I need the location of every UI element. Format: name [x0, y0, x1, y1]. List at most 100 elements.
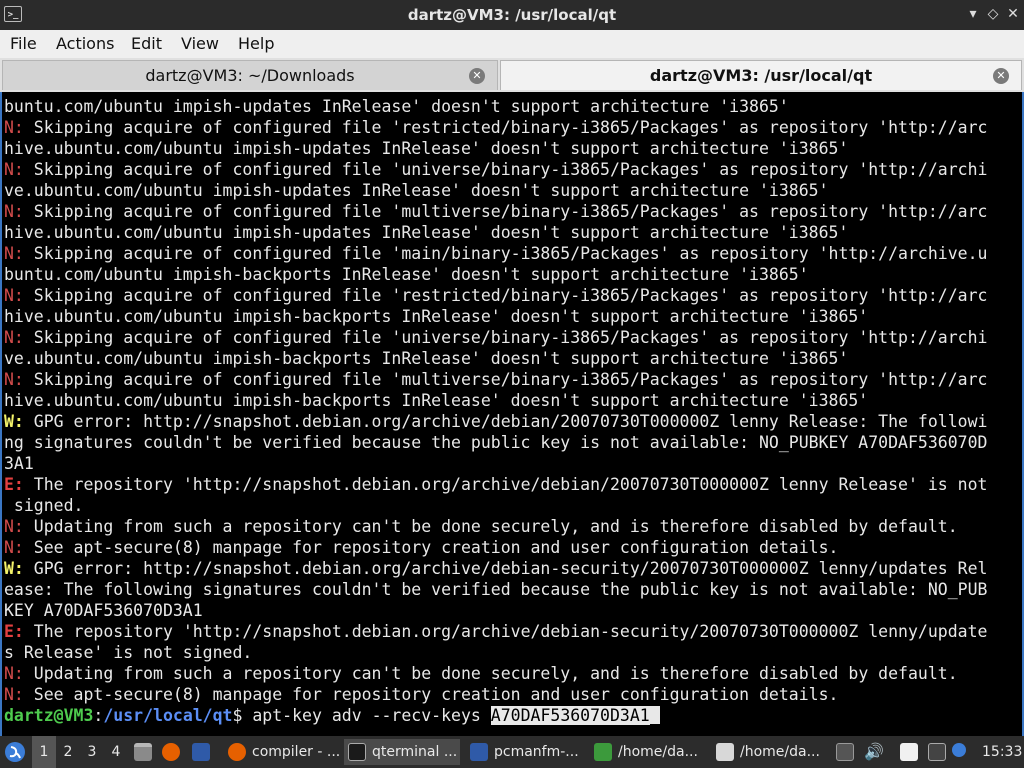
- message-prefix: E:: [4, 622, 24, 641]
- terminal-line: ve.ubuntu.com/ubuntu impish-updates InRe…: [4, 180, 987, 201]
- terminal-line: ease: The following signatures couldn't …: [4, 579, 987, 600]
- line-text: buntu.com/ubuntu impish-updates InReleas…: [4, 97, 789, 116]
- message-prefix: N:: [4, 370, 24, 389]
- line-text: hive.ubuntu.com/ubuntu impish-updates In…: [4, 139, 849, 158]
- terminal-line: KEY A70DAF536070D3A1: [4, 600, 987, 621]
- terminal-output: buntu.com/ubuntu impish-updates InReleas…: [4, 96, 987, 726]
- terminal-line: hive.ubuntu.com/ubuntu impish-updates In…: [4, 138, 987, 159]
- message-prefix: E:: [4, 475, 24, 494]
- message-prefix: W:: [4, 412, 24, 431]
- message-prefix: N:: [4, 286, 24, 305]
- terminal-line: N: Skipping acquire of configured file '…: [4, 117, 987, 138]
- line-text: Skipping acquire of configured file 'res…: [23, 286, 988, 305]
- terminal-icon: [348, 743, 366, 761]
- line-text: GPG error: http://snapshot.debian.org/ar…: [23, 412, 988, 431]
- message-prefix: N:: [4, 244, 24, 263]
- terminal-line: buntu.com/ubuntu impish-backports InRele…: [4, 264, 987, 285]
- message-prefix: N:: [4, 517, 24, 536]
- maximize-icon[interactable]: ◇: [984, 5, 1002, 23]
- taskbar-button-label: /home/da...: [740, 744, 820, 760]
- terminal-line: N: Skipping acquire of configured file '…: [4, 327, 987, 348]
- clipboard-tray-icon[interactable]: [836, 743, 854, 761]
- window-titlebar[interactable]: >_ dartz@VM3: /usr/local/qt ▾ ◇ ✕: [0, 0, 1024, 30]
- prompt-path: /usr/local/qt: [103, 706, 233, 725]
- message-prefix: W:: [4, 559, 24, 578]
- line-text: ng signatures couldn't be verified becau…: [4, 433, 988, 452]
- taskbar-button-compiler[interactable]: compiler - ...: [224, 739, 342, 765]
- taskbar-button-label: /home/da...: [618, 744, 698, 760]
- prompt-line[interactable]: dartz@VM3:/usr/local/qt$ apt-key adv --r…: [4, 705, 987, 726]
- start-menu-icon[interactable]: [4, 741, 26, 763]
- terminal-line: s Release' is not signed.: [4, 642, 987, 663]
- clock[interactable]: 15:33: [982, 744, 1022, 760]
- tab-bar: dartz@VM3: ~/Downloads ✕ dartz@VM3: /usr…: [0, 58, 1024, 92]
- terminal-line: N: Skipping acquire of configured file '…: [4, 285, 987, 306]
- message-prefix: N:: [4, 118, 24, 137]
- line-text: signed.: [4, 496, 84, 515]
- terminal-line: N: Skipping acquire of configured file '…: [4, 243, 987, 264]
- terminal-line: N: Skipping acquire of configured file '…: [4, 201, 987, 222]
- minimize-icon[interactable]: ▾: [964, 5, 982, 23]
- terminal-line: N: Skipping acquire of configured file '…: [4, 369, 987, 390]
- file-manager-launcher-icon[interactable]: [134, 743, 152, 761]
- line-text: See apt-secure(8) manpage for repository…: [23, 685, 839, 704]
- keyboard-tray-icon[interactable]: [928, 743, 946, 761]
- taskbar-button-home-2[interactable]: /home/da...: [712, 739, 830, 765]
- close-tab-icon[interactable]: ✕: [469, 68, 485, 84]
- folder-icon: [470, 743, 488, 761]
- terminal-line: N: Updating from such a repository can't…: [4, 663, 987, 684]
- line-text: ve.ubuntu.com/ubuntu impish-updates InRe…: [4, 181, 829, 200]
- menu-edit[interactable]: Edit: [131, 34, 162, 53]
- selected-text: A70DAF536070D3A1: [490, 706, 650, 725]
- firefox-launcher-icon[interactable]: [162, 743, 180, 761]
- terminal-line: N: Updating from such a repository can't…: [4, 516, 987, 537]
- terminal-line: W: GPG error: http://snapshot.debian.org…: [4, 558, 987, 579]
- line-text: GPG error: http://snapshot.debian.org/ar…: [23, 559, 988, 578]
- taskbar-button-qterminal[interactable]: qterminal ...: [344, 739, 460, 765]
- line-text: The repository 'http://snapshot.debian.o…: [23, 622, 988, 641]
- menu-actions[interactable]: Actions: [56, 34, 114, 53]
- message-prefix: N:: [4, 328, 24, 347]
- prompt-user: dartz@VM3: [4, 706, 94, 725]
- workspace-1[interactable]: 1: [32, 736, 56, 768]
- line-text: See apt-secure(8) manpage for repository…: [23, 538, 839, 557]
- message-prefix: N:: [4, 685, 24, 704]
- terminal-line: N: Skipping acquire of configured file '…: [4, 159, 987, 180]
- network-tray-icon[interactable]: [952, 743, 966, 757]
- close-tab-icon[interactable]: ✕: [993, 68, 1009, 84]
- notes-tray-icon[interactable]: [900, 743, 918, 761]
- taskbar-button-home-1[interactable]: /home/da...: [590, 739, 708, 765]
- menu-file[interactable]: File: [10, 34, 37, 53]
- line-text: Skipping acquire of configured file 'mul…: [23, 202, 988, 221]
- line-text: hive.ubuntu.com/ubuntu impish-backports …: [4, 307, 869, 326]
- terminal-line: W: GPG error: http://snapshot.debian.org…: [4, 411, 987, 432]
- line-text: KEY A70DAF536070D3A1: [4, 601, 203, 620]
- terminal-line: hive.ubuntu.com/ubuntu impish-updates In…: [4, 222, 987, 243]
- line-text: ve.ubuntu.com/ubuntu impish-backports In…: [4, 349, 849, 368]
- taskbar-button-pcmanfm[interactable]: pcmanfm-...: [466, 739, 584, 765]
- line-text: hive.ubuntu.com/ubuntu impish-backports …: [4, 391, 869, 410]
- terminal-line: 3A1: [4, 453, 987, 474]
- terminal-area[interactable]: buntu.com/ubuntu impish-updates InReleas…: [0, 92, 1024, 736]
- volume-icon[interactable]: 🔊: [864, 743, 884, 761]
- line-text: 3A1: [4, 454, 34, 473]
- close-window-icon[interactable]: ✕: [1004, 5, 1022, 23]
- menu-bar: File Actions Edit View Help: [0, 30, 1024, 58]
- line-text: Skipping acquire of configured file 'res…: [23, 118, 988, 137]
- terminal-line: E: The repository 'http://snapshot.debia…: [4, 474, 987, 495]
- menu-view[interactable]: View: [181, 34, 219, 53]
- show-desktop-icon[interactable]: [192, 743, 210, 761]
- workspace-4[interactable]: 4: [104, 736, 128, 768]
- workspace-2[interactable]: 2: [56, 736, 80, 768]
- menu-help[interactable]: Help: [238, 34, 274, 53]
- firefox-icon: [228, 743, 246, 761]
- tab-usr-local-qt[interactable]: dartz@VM3: /usr/local/qt ✕: [500, 60, 1022, 90]
- terminal-line: N: See apt-secure(8) manpage for reposit…: [4, 537, 987, 558]
- line-text: Updating from such a repository can't be…: [23, 517, 958, 536]
- line-text: Updating from such a repository can't be…: [23, 664, 958, 683]
- message-prefix: N:: [4, 160, 24, 179]
- terminal-line: signed.: [4, 495, 987, 516]
- tab-downloads[interactable]: dartz@VM3: ~/Downloads ✕: [2, 60, 498, 90]
- workspace-3[interactable]: 3: [80, 736, 104, 768]
- file-icon: [594, 743, 612, 761]
